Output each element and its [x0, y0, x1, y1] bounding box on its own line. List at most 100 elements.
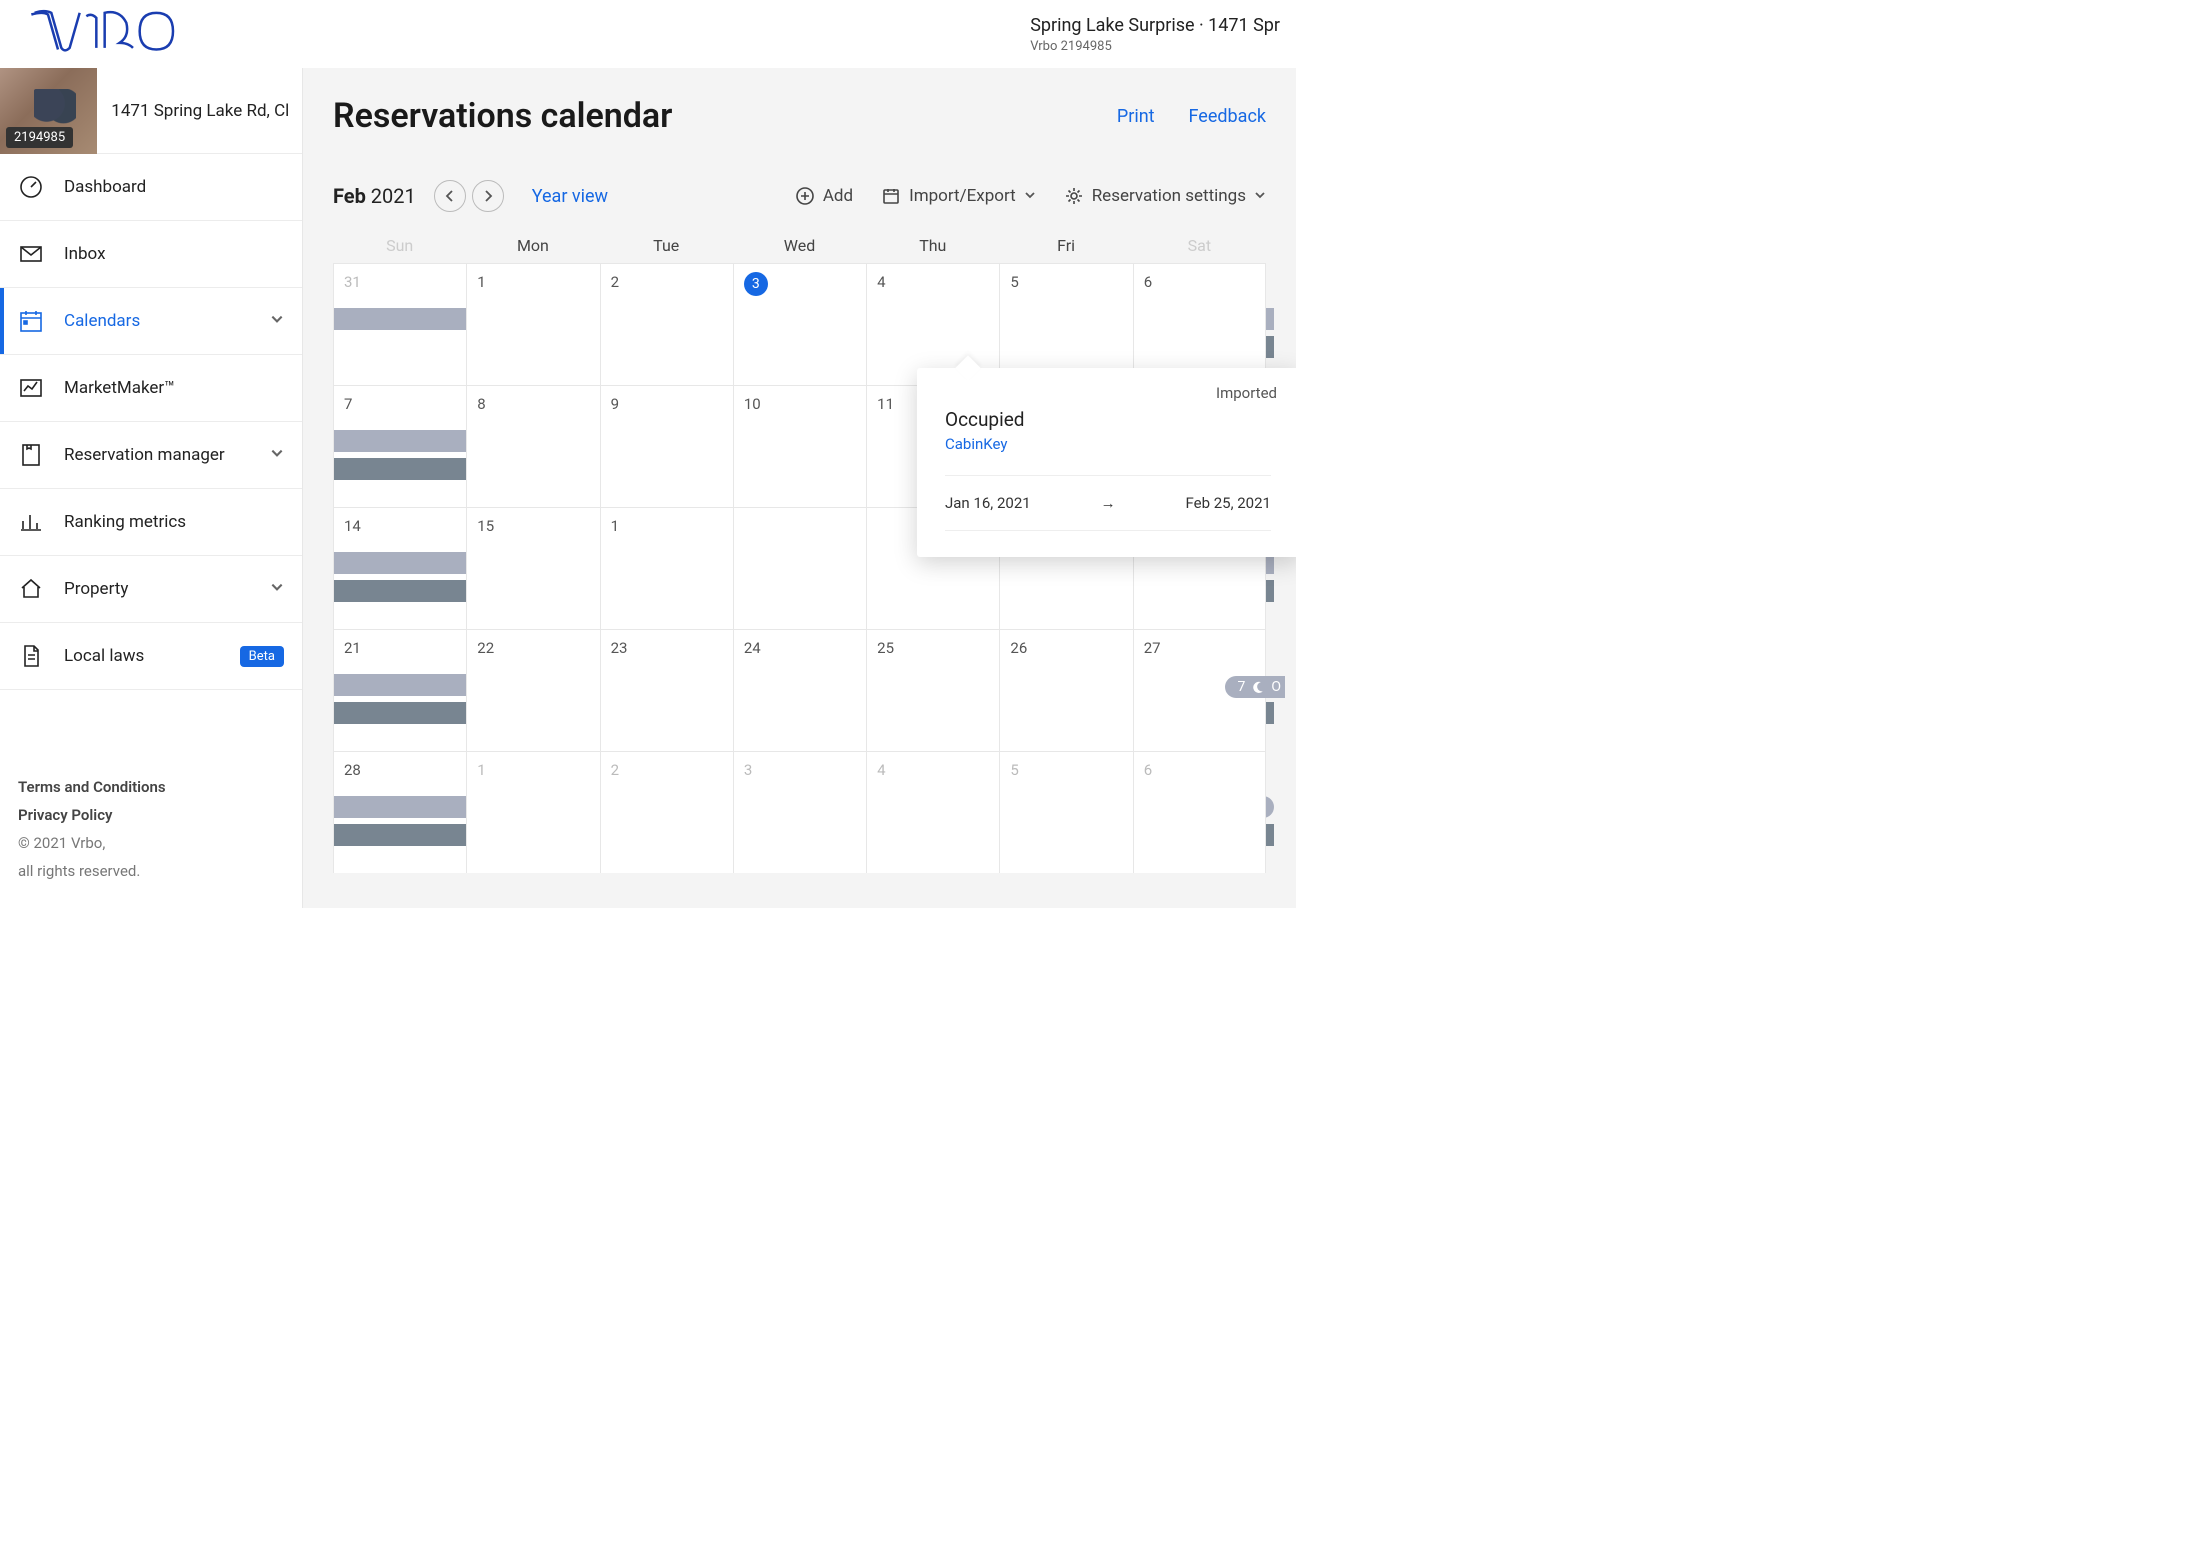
day-number: 21	[344, 639, 361, 657]
prev-month-button[interactable]	[434, 180, 466, 212]
privacy-link[interactable]: Privacy Policy	[18, 806, 284, 824]
day-number: 10	[744, 395, 761, 413]
calendar-cell[interactable]: 6	[1133, 751, 1266, 873]
day-number: 4	[877, 273, 885, 291]
gauge-icon	[18, 174, 44, 200]
chevron-down-icon	[270, 445, 284, 465]
calendar-cell[interactable]: 2	[600, 263, 733, 385]
day-number: 3	[744, 272, 768, 296]
day-number: 11	[877, 395, 894, 413]
chevron-down-icon	[270, 579, 284, 599]
print-link[interactable]: Print	[1117, 106, 1155, 127]
bars-icon	[18, 509, 44, 535]
property-address: 1471 Spring Lake Rd, Cl	[111, 101, 288, 121]
nights-badge[interactable]: 7O	[1225, 676, 1285, 698]
day-number: 3	[744, 761, 752, 779]
copyright: © 2021 Vrbo,	[18, 834, 284, 852]
sidebar-item-local-laws[interactable]: Local laws Beta	[0, 623, 302, 690]
calendar-cell[interactable]: 5	[999, 751, 1132, 873]
sidebar-item-calendars[interactable]: Calendars	[0, 288, 302, 355]
calendar-cell[interactable]: 1	[466, 263, 599, 385]
sidebar-item-property[interactable]: Property	[0, 556, 302, 623]
mail-icon	[18, 241, 44, 267]
calendar-cell[interactable]: 22	[466, 629, 599, 751]
calendar-cell[interactable]: 4	[866, 751, 999, 873]
calendar-cell[interactable]: 1	[600, 507, 733, 629]
day-number: 22	[477, 639, 494, 657]
vrbo-logo[interactable]	[28, 6, 178, 62]
book-icon	[18, 442, 44, 468]
main-content: Reservations calendar Print Feedback Feb…	[303, 68, 1296, 908]
feedback-link[interactable]: Feedback	[1189, 106, 1266, 127]
dow-label: Sun	[333, 236, 466, 255]
calendar-cell[interactable]: 3	[733, 751, 866, 873]
calendar-cell[interactable]: 23	[600, 629, 733, 751]
sidebar: 2194985 1471 Spring Lake Rd, Cl Dashboar…	[0, 68, 303, 908]
day-number: 8	[477, 395, 485, 413]
year-view-link[interactable]: Year view	[532, 186, 608, 207]
day-number: 2	[611, 761, 619, 779]
dow-label: Sat	[1133, 236, 1266, 255]
calendar-cell[interactable]: 1	[466, 751, 599, 873]
popup-title: Occupied	[945, 408, 1271, 431]
property-thumbnail: 2194985	[0, 68, 97, 154]
calendar-cell[interactable]: 31	[333, 263, 466, 385]
calendar-cell[interactable]: 6	[1133, 263, 1266, 385]
sidebar-item-reservation-manager[interactable]: Reservation manager	[0, 422, 302, 489]
top-header: Spring Lake Surprise · 1471 Spr Vrbo 219…	[0, 0, 1296, 68]
calendar-cell[interactable]: 25	[866, 629, 999, 751]
import-export-button[interactable]: Import/Export	[881, 186, 1036, 206]
calendar-toolbar: Feb 2021 Year view Add Import/Export	[333, 180, 1266, 212]
property-sub: Vrbo 2194985	[1030, 39, 1280, 54]
sidebar-item-label: Calendars	[64, 311, 140, 331]
chevron-down-icon	[1024, 186, 1036, 206]
popup-to-date: Feb 25, 2021	[1185, 494, 1271, 512]
calendar-cell[interactable]: 21	[333, 629, 466, 751]
calendar-cell[interactable]: 3	[733, 263, 866, 385]
calendar-cell[interactable]: 5	[999, 263, 1132, 385]
calendar-cell[interactable]: 26	[999, 629, 1132, 751]
sidebar-item-label: Reservation manager	[64, 445, 225, 465]
day-number: 27	[1144, 639, 1161, 657]
add-button[interactable]: Add	[795, 186, 853, 206]
sidebar-item-marketmaker-[interactable]: MarketMaker™	[0, 355, 302, 422]
sidebar-item-label: Property	[64, 579, 128, 599]
dow-label: Fri	[999, 236, 1132, 255]
calendar-cell[interactable]: 9	[600, 385, 733, 507]
property-card[interactable]: 2194985 1471 Spring Lake Rd, Cl	[0, 68, 302, 154]
sidebar-item-dashboard[interactable]: Dashboard	[0, 154, 302, 221]
day-number: 5	[1010, 761, 1018, 779]
sidebar-item-ranking-metrics[interactable]: Ranking metrics	[0, 489, 302, 556]
day-number: 26	[1010, 639, 1027, 657]
calendar-cell[interactable]: 277O	[1133, 629, 1266, 751]
beta-badge: Beta	[240, 646, 284, 667]
calendar-cell[interactable]: 24	[733, 629, 866, 751]
terms-link[interactable]: Terms and Conditions	[18, 778, 284, 796]
chevron-down-icon	[270, 311, 284, 331]
calendar-cell[interactable]: 10	[733, 385, 866, 507]
calendar-cell[interactable]: 28	[333, 751, 466, 873]
sidebar-item-label: Local laws	[64, 646, 144, 666]
calendar-cell[interactable]: 8	[466, 385, 599, 507]
calendar-cell[interactable]: 7	[333, 385, 466, 507]
popup-from-date: Jan 16, 2021	[945, 494, 1031, 512]
popup-source[interactable]: CabinKey	[945, 435, 1007, 453]
calendar-cell[interactable]	[733, 507, 866, 629]
popup-tag: Imported	[1216, 384, 1277, 402]
property-id-badge: 2194985	[6, 127, 73, 148]
day-number: 7	[344, 395, 352, 413]
calendar-cell[interactable]: 14	[333, 507, 466, 629]
day-number: 2	[611, 273, 619, 291]
page-title: Reservations calendar	[333, 96, 672, 136]
sidebar-item-label: Dashboard	[64, 177, 146, 197]
calendar-cell[interactable]: 2	[600, 751, 733, 873]
day-number: 5	[1010, 273, 1018, 291]
dow-label: Wed	[733, 236, 866, 255]
sidebar-item-inbox[interactable]: Inbox	[0, 221, 302, 288]
document-icon	[18, 643, 44, 669]
reservation-settings-button[interactable]: Reservation settings	[1064, 186, 1266, 206]
day-number: 31	[344, 273, 361, 291]
next-month-button[interactable]	[472, 180, 504, 212]
day-number: 1	[611, 517, 619, 535]
calendar-cell[interactable]: 15	[466, 507, 599, 629]
